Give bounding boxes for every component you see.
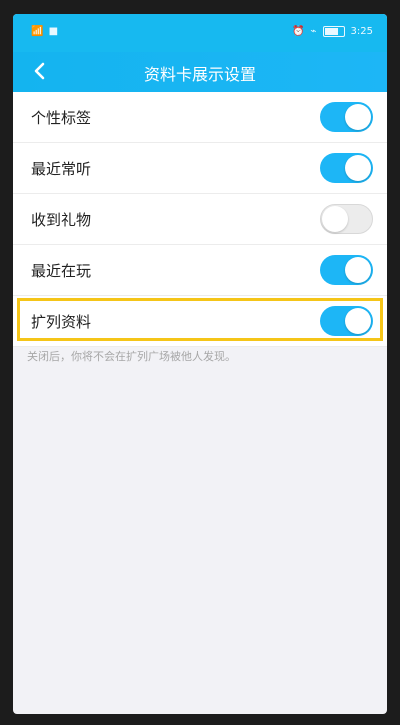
- alarm-icon: ⏰: [292, 26, 305, 37]
- setting-row-gifts-received: 收到礼物: [13, 194, 387, 245]
- status-time: 3:25: [350, 26, 373, 37]
- toggle-knob: [345, 257, 371, 283]
- screen: 📶 ■ ⏰ ⌁ 3:25 资料卡展示设置 个性标签 最近常听 收到礼物 最近在玩…: [13, 14, 387, 714]
- settings-list: 个性标签 最近常听 收到礼物 最近在玩 扩列资料: [13, 92, 387, 347]
- toggle-recently-played[interactable]: [320, 255, 373, 285]
- setting-label: 扩列资料: [31, 313, 92, 331]
- toggle-knob: [345, 155, 371, 181]
- vibrate-icon: ⌁: [310, 26, 317, 37]
- navigation-bar: 资料卡展示设置: [13, 52, 387, 92]
- setting-label: 最近在玩: [31, 262, 92, 280]
- setting-label: 最近常听: [31, 160, 92, 178]
- page-title: 资料卡展示设置: [143, 65, 256, 84]
- toggle-knob: [345, 308, 371, 334]
- toggle-expand-profile[interactable]: [320, 306, 373, 336]
- toggle-recently-listened[interactable]: [320, 153, 373, 183]
- battery-icon: [322, 26, 345, 37]
- status-right: ⏰ ⌁ 3:25: [292, 26, 373, 37]
- toggle-knob: [322, 206, 348, 232]
- setting-label: 个性标签: [31, 109, 92, 127]
- toggle-knob: [345, 104, 371, 130]
- toggle-gifts-received[interactable]: [320, 204, 373, 234]
- hint-text: 关闭后，你将不会在扩列广场被他人发现。: [27, 350, 236, 363]
- setting-row-personal-tags: 个性标签: [13, 92, 387, 143]
- setting-row-expand-profile: 扩列资料: [13, 296, 387, 347]
- status-bar: 📶 ■ ⏰ ⌁ 3:25: [13, 14, 387, 52]
- signal-indicator: 📶 ■: [31, 26, 60, 37]
- setting-label: 收到礼物: [31, 211, 92, 229]
- phone-frame: 📶 ■ ⏰ ⌁ 3:25 资料卡展示设置 个性标签 最近常听 收到礼物 最近在玩…: [0, 0, 400, 725]
- setting-row-recently-listened: 最近常听: [13, 143, 387, 194]
- toggle-personal-tags[interactable]: [320, 102, 373, 132]
- setting-row-recently-played: 最近在玩: [13, 245, 387, 296]
